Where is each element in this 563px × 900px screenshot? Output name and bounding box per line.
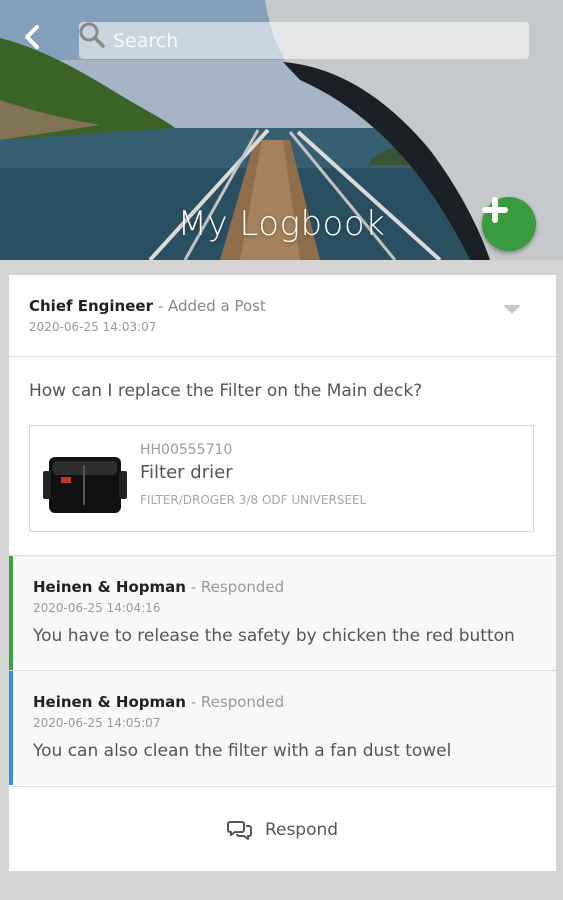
response-item: Heinen & Hopman - Responded 2020-06-25 1…: [9, 556, 556, 670]
response-author: Heinen & Hopman: [33, 578, 186, 596]
response-author-line: Heinen & Hopman - Responded: [33, 693, 284, 711]
response-author: Heinen & Hopman: [33, 693, 186, 711]
response-text: You have to release the safety by chicke…: [33, 626, 515, 646]
respond-label: Respond: [264, 820, 339, 840]
response-author-line: Heinen & Hopman - Responded: [33, 578, 284, 596]
filter-drier-image: [43, 457, 127, 513]
product-code: HH00555710: [140, 442, 233, 458]
response-action: - Responded: [190, 578, 285, 596]
post-header: Chief Engineer - Added a Post 2020-06-25…: [9, 275, 556, 357]
search-bar[interactable]: [79, 22, 529, 59]
response-action: - Responded: [190, 693, 285, 711]
post-author-line: Chief Engineer - Added a Post: [29, 297, 266, 315]
back-button[interactable]: [22, 24, 52, 56]
post-card: Chief Engineer - Added a Post 2020-06-25…: [9, 275, 556, 871]
product-card[interactable]: HH00555710 Filter drier FILTER/DROGER 3/…: [29, 425, 534, 532]
response-accent-bar: [9, 671, 13, 785]
add-post-button[interactable]: [482, 197, 536, 251]
header-image: My Logbook: [0, 0, 563, 260]
respond-button[interactable]: Respond: [9, 789, 556, 871]
search-input[interactable]: [111, 28, 475, 53]
post-timestamp: 2020-06-25 14:03:07: [29, 320, 157, 334]
chat-bubbles-icon: [226, 821, 252, 840]
product-description: FILTER/DROGER 3/8 ODF UNIVERSEEL: [140, 493, 367, 507]
search-icon: [79, 22, 105, 48]
response-timestamp: 2020-06-25 14:04:16: [33, 601, 161, 615]
response-item: Heinen & Hopman - Responded 2020-06-25 1…: [9, 671, 556, 785]
page-title: My Logbook: [177, 204, 386, 244]
post-author: Chief Engineer: [29, 297, 153, 315]
chevron-down-icon[interactable]: [503, 305, 521, 314]
post-action: - Added a Post: [157, 297, 266, 315]
product-name: Filter drier: [140, 462, 233, 483]
plus-icon: [482, 197, 508, 223]
divider: [9, 786, 556, 787]
response-text: You can also clean the filter with a fan…: [33, 741, 452, 761]
post-question: How can I replace the Filter on the Main…: [29, 381, 423, 401]
response-accent-bar: [9, 556, 13, 670]
response-timestamp: 2020-06-25 14:05:07: [33, 716, 161, 730]
back-arrow-icon: [25, 25, 39, 49]
